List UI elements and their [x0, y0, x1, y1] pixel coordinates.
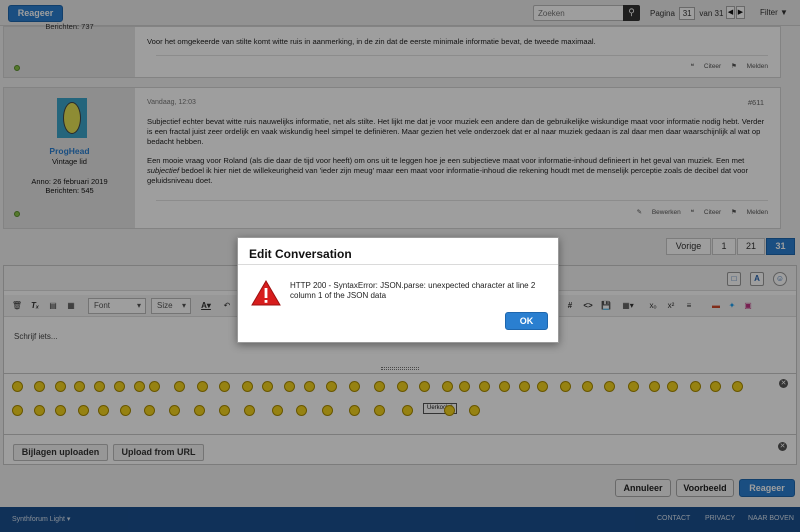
- ok-button[interactable]: OK: [505, 312, 548, 330]
- error-dialog: Edit Conversation HTTP 200 - SyntaxError…: [237, 237, 559, 343]
- dialog-title: Edit Conversation: [249, 247, 352, 261]
- warning-icon: [251, 280, 281, 306]
- dialog-message: HTTP 200 - SyntaxError: JSON.parse: unex…: [290, 281, 536, 300]
- dialog-divider: [238, 264, 558, 265]
